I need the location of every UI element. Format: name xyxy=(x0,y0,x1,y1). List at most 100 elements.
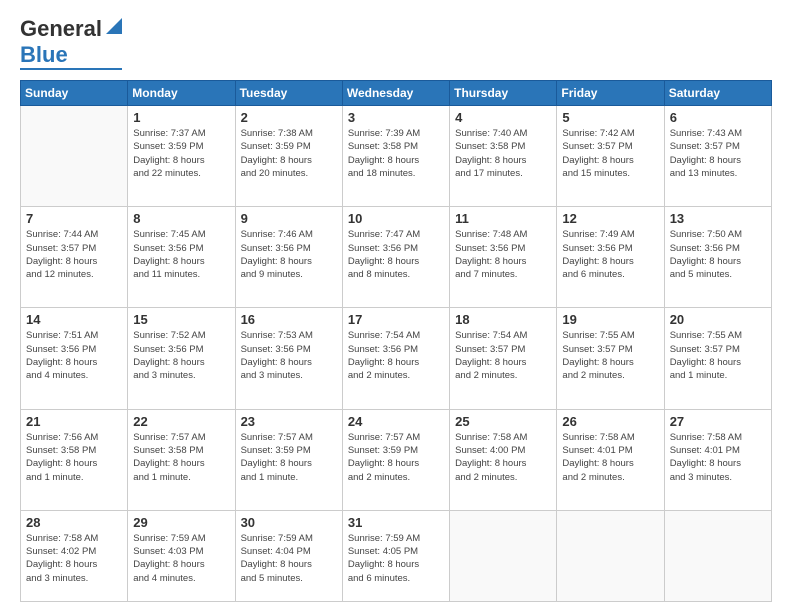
calendar-cell: 17Sunrise: 7:54 AMSunset: 3:56 PMDayligh… xyxy=(342,308,449,409)
day-info: Sunrise: 7:56 AMSunset: 3:58 PMDaylight:… xyxy=(26,431,122,484)
day-info: Sunrise: 7:39 AMSunset: 3:58 PMDaylight:… xyxy=(348,127,444,180)
calendar-week-row: 28 Sunrise: 7:58 AMSunset: 4:02 PMDayligh… xyxy=(21,510,772,601)
day-info: Sunrise: 7:46 AMSunset: 3:56 PMDaylight:… xyxy=(241,228,337,281)
logo-blue: Blue xyxy=(20,42,68,68)
logo-general: General xyxy=(20,16,102,42)
logo-blue-line: Blue xyxy=(20,42,72,68)
day-info: Sunrise: 7:50 AMSunset: 3:56 PMDaylight:… xyxy=(670,228,766,281)
calendar-cell: 4Sunrise: 7:40 AMSunset: 3:58 PMDaylight… xyxy=(450,106,557,207)
day-number: 28 xyxy=(26,515,122,530)
calendar-cell: 26 Sunrise: 7:58 AMSunset: 4:01 PMDayligh… xyxy=(557,409,664,510)
calendar-cell: 7 Sunrise: 7:44 AMSunset: 3:57 PMDaylight… xyxy=(21,207,128,308)
day-number: 18 xyxy=(455,312,551,327)
day-number: 3 xyxy=(348,110,444,125)
calendar-cell: 12 Sunrise: 7:49 AMSunset: 3:56 PMDayligh… xyxy=(557,207,664,308)
weekday-header: Saturday xyxy=(664,81,771,106)
day-number: 6 xyxy=(670,110,766,125)
day-number: 10 xyxy=(348,211,444,226)
day-number: 13 xyxy=(670,211,766,226)
calendar-cell: 22 Sunrise: 7:57 AMSunset: 3:58 PMDayligh… xyxy=(128,409,235,510)
day-info: Sunrise: 7:59 AMSunset: 4:05 PMDaylight:… xyxy=(348,532,444,585)
day-number: 9 xyxy=(241,211,337,226)
day-number: 27 xyxy=(670,414,766,429)
weekday-header: Sunday xyxy=(21,81,128,106)
calendar-cell: 8Sunrise: 7:45 AMSunset: 3:56 PMDaylight… xyxy=(128,207,235,308)
calendar-week-row: 21 Sunrise: 7:56 AMSunset: 3:58 PMDayligh… xyxy=(21,409,772,510)
day-info: Sunrise: 7:52 AMSunset: 3:56 PMDaylight:… xyxy=(133,329,229,382)
calendar-cell: 21 Sunrise: 7:56 AMSunset: 3:58 PMDayligh… xyxy=(21,409,128,510)
day-number: 29 xyxy=(133,515,229,530)
day-number: 30 xyxy=(241,515,337,530)
day-number: 19 xyxy=(562,312,658,327)
calendar-week-row: 14 Sunrise: 7:51 AMSunset: 3:56 PMDayligh… xyxy=(21,308,772,409)
day-info: Sunrise: 7:58 AMSunset: 4:01 PMDaylight:… xyxy=(562,431,658,484)
day-info: Sunrise: 7:49 AMSunset: 3:56 PMDaylight:… xyxy=(562,228,658,281)
day-info: Sunrise: 7:44 AMSunset: 3:57 PMDaylight:… xyxy=(26,228,122,281)
day-number: 20 xyxy=(670,312,766,327)
calendar-cell: 5Sunrise: 7:42 AMSunset: 3:57 PMDaylight… xyxy=(557,106,664,207)
calendar-cell: 1 Sunrise: 7:37 AMSunset: 3:59 PMDaylight… xyxy=(128,106,235,207)
day-info: Sunrise: 7:57 AMSunset: 3:59 PMDaylight:… xyxy=(348,431,444,484)
logo-divider xyxy=(20,68,122,70)
day-info: Sunrise: 7:59 AMSunset: 4:04 PMDaylight:… xyxy=(241,532,337,585)
calendar-cell: 9 Sunrise: 7:46 AMSunset: 3:56 PMDaylight… xyxy=(235,207,342,308)
calendar-cell: 13 Sunrise: 7:50 AMSunset: 3:56 PMDayligh… xyxy=(664,207,771,308)
day-info: Sunrise: 7:54 AMSunset: 3:57 PMDaylight:… xyxy=(455,329,551,382)
calendar-cell: 14 Sunrise: 7:51 AMSunset: 3:56 PMDayligh… xyxy=(21,308,128,409)
day-info: Sunrise: 7:59 AMSunset: 4:03 PMDaylight:… xyxy=(133,532,229,585)
calendar-cell: 18 Sunrise: 7:54 AMSunset: 3:57 PMDayligh… xyxy=(450,308,557,409)
day-number: 23 xyxy=(241,414,337,429)
calendar-cell: 16Sunrise: 7:53 AMSunset: 3:56 PMDayligh… xyxy=(235,308,342,409)
day-number: 22 xyxy=(133,414,229,429)
calendar-cell xyxy=(557,510,664,601)
day-number: 17 xyxy=(348,312,444,327)
day-number: 1 xyxy=(133,110,229,125)
calendar-cell: 29 Sunrise: 7:59 AMSunset: 4:03 PMDayligh… xyxy=(128,510,235,601)
calendar-cell: 15 Sunrise: 7:52 AMSunset: 3:56 PMDayligh… xyxy=(128,308,235,409)
day-info: Sunrise: 7:48 AMSunset: 3:56 PMDaylight:… xyxy=(455,228,551,281)
calendar-cell: 19 Sunrise: 7:55 AMSunset: 3:57 PMDayligh… xyxy=(557,308,664,409)
calendar-cell: 2Sunrise: 7:38 AMSunset: 3:59 PMDaylight… xyxy=(235,106,342,207)
day-info: Sunrise: 7:55 AMSunset: 3:57 PMDaylight:… xyxy=(562,329,658,382)
day-number: 11 xyxy=(455,211,551,226)
day-number: 14 xyxy=(26,312,122,327)
calendar-cell: 24 Sunrise: 7:57 AMSunset: 3:59 PMDayligh… xyxy=(342,409,449,510)
weekday-header: Wednesday xyxy=(342,81,449,106)
day-info: Sunrise: 7:51 AMSunset: 3:56 PMDaylight:… xyxy=(26,329,122,382)
day-number: 31 xyxy=(348,515,444,530)
calendar-cell: 23 Sunrise: 7:57 AMSunset: 3:59 PMDayligh… xyxy=(235,409,342,510)
day-number: 5 xyxy=(562,110,658,125)
day-info: Sunrise: 7:40 AMSunset: 3:58 PMDaylight:… xyxy=(455,127,551,180)
logo-line: General xyxy=(20,16,122,42)
calendar-cell: 30 Sunrise: 7:59 AMSunset: 4:04 PMDayligh… xyxy=(235,510,342,601)
logo: General Blue xyxy=(20,16,122,70)
logo-triangle-icon xyxy=(104,18,122,36)
day-info: Sunrise: 7:58 AMSunset: 4:00 PMDaylight:… xyxy=(455,431,551,484)
day-info: Sunrise: 7:58 AMSunset: 4:02 PMDaylight:… xyxy=(26,532,122,585)
day-info: Sunrise: 7:57 AMSunset: 3:59 PMDaylight:… xyxy=(241,431,337,484)
day-info: Sunrise: 7:43 AMSunset: 3:57 PMDaylight:… xyxy=(670,127,766,180)
calendar-cell: 10Sunrise: 7:47 AMSunset: 3:56 PMDayligh… xyxy=(342,207,449,308)
day-number: 15 xyxy=(133,312,229,327)
day-number: 7 xyxy=(26,211,122,226)
header: General Blue xyxy=(20,16,772,70)
day-number: 25 xyxy=(455,414,551,429)
day-number: 2 xyxy=(241,110,337,125)
calendar-cell: 11 Sunrise: 7:48 AMSunset: 3:56 PMDayligh… xyxy=(450,207,557,308)
day-info: Sunrise: 7:45 AMSunset: 3:56 PMDaylight:… xyxy=(133,228,229,281)
weekday-header: Friday xyxy=(557,81,664,106)
weekday-header: Monday xyxy=(128,81,235,106)
day-number: 26 xyxy=(562,414,658,429)
calendar-cell: 20 Sunrise: 7:55 AMSunset: 3:57 PMDayligh… xyxy=(664,308,771,409)
day-info: Sunrise: 7:55 AMSunset: 3:57 PMDaylight:… xyxy=(670,329,766,382)
day-info: Sunrise: 7:57 AMSunset: 3:58 PMDaylight:… xyxy=(133,431,229,484)
day-info: Sunrise: 7:37 AMSunset: 3:59 PMDaylight:… xyxy=(133,127,229,180)
calendar-cell: 31 Sunrise: 7:59 AMSunset: 4:05 PMDayligh… xyxy=(342,510,449,601)
calendar-cell: 27Sunrise: 7:58 AMSunset: 4:01 PMDayligh… xyxy=(664,409,771,510)
day-number: 21 xyxy=(26,414,122,429)
calendar-cell xyxy=(21,106,128,207)
day-number: 12 xyxy=(562,211,658,226)
weekday-header: Tuesday xyxy=(235,81,342,106)
day-number: 24 xyxy=(348,414,444,429)
calendar-cell: 25 Sunrise: 7:58 AMSunset: 4:00 PMDayligh… xyxy=(450,409,557,510)
